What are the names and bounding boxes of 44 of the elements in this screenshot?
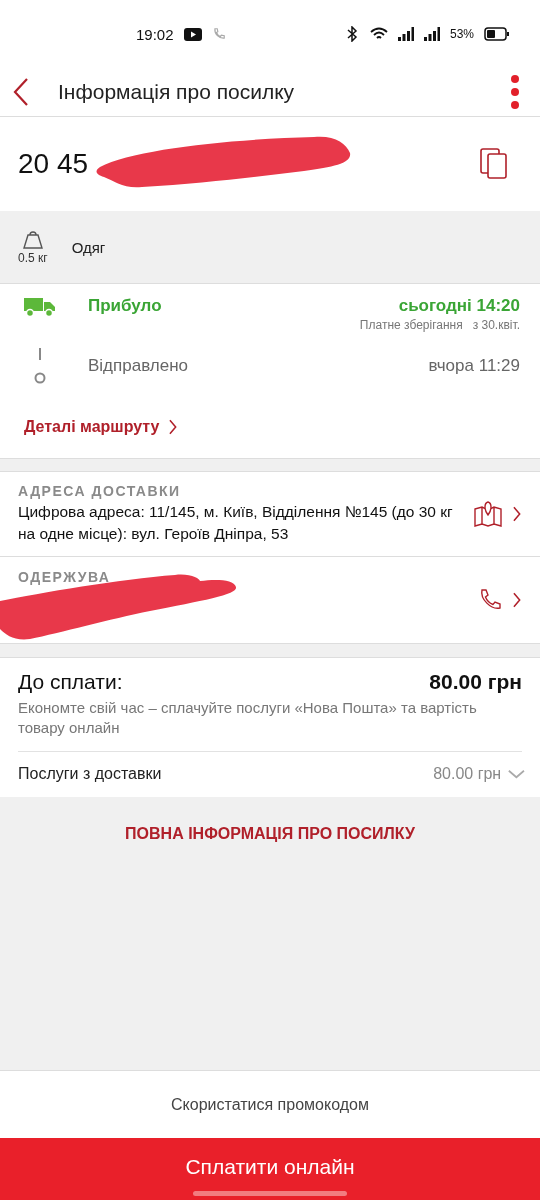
- map-button[interactable]: [474, 501, 522, 527]
- parcel-weight: 0.5 кг: [18, 251, 48, 265]
- chevron-down-icon: [507, 768, 526, 780]
- circle-icon: [34, 372, 46, 384]
- video-icon: [183, 27, 202, 41]
- full-info-link[interactable]: ПОВНА ІНФОРМАЦІЯ ПРО ПОСИЛКУ: [125, 824, 415, 843]
- payment-hint: Економте свій час – сплачуйте послуги «Нова Пошта» та вартість товару онлайн: [18, 698, 478, 739]
- section-label: АДРЕСА ДОСТАВКИ: [18, 483, 182, 500]
- phone-icon: [478, 588, 502, 612]
- menu-button[interactable]: [510, 75, 520, 109]
- pay-online-button[interactable]: Сплатити онлайн: [0, 1138, 540, 1200]
- promo-code-button[interactable]: Скористатися промокодом: [0, 1070, 540, 1138]
- screen-title: Інформація про посилку: [58, 80, 296, 104]
- payment-amount: 80.00 грн: [429, 670, 522, 694]
- battery-percent: 53%: [449, 27, 474, 41]
- back-button[interactable]: [12, 77, 30, 107]
- chevron-right-icon: [512, 506, 522, 522]
- delivery-address: Цифрова адреса: 11/145, м. Київ, Відділення №145 (до 30 кг на одне місце): вул. Героїв Дніпра, 53: [18, 502, 454, 544]
- truck-icon: [24, 296, 56, 318]
- clock: 19:02: [136, 25, 174, 43]
- stage-label: Прибуло: [88, 296, 163, 316]
- storage-date: з 30.квіт.: [472, 318, 520, 332]
- copy-button[interactable]: [480, 148, 508, 180]
- battery-icon: [484, 27, 510, 41]
- chevron-right-icon: [167, 419, 178, 435]
- route-details-link[interactable]: Деталі маршруту: [24, 418, 178, 436]
- wifi-icon: [369, 27, 388, 41]
- signal-icon: [423, 27, 440, 41]
- parcel-description: Одяг: [71, 238, 106, 256]
- signal-icon: [397, 27, 414, 41]
- stage-label: Відправлено: [88, 355, 189, 376]
- call-button[interactable]: [478, 588, 522, 612]
- map-pin-icon: [474, 501, 503, 527]
- stage-time: сьогодні 14:20: [398, 296, 520, 316]
- payment-title: До сплати:: [18, 670, 123, 694]
- section-label: ОДЕРЖУВА: [18, 569, 112, 585]
- storage-note: Платне зберігання: [359, 318, 463, 332]
- chevron-right-icon: [512, 592, 522, 608]
- phone-icon: [211, 27, 226, 41]
- stage-time: вчора 11:29: [428, 356, 520, 376]
- bluetooth-icon: [345, 26, 360, 42]
- weight-icon: [22, 229, 43, 249]
- timeline-line: [39, 348, 41, 360]
- tracking-number: 20 45: [18, 148, 90, 180]
